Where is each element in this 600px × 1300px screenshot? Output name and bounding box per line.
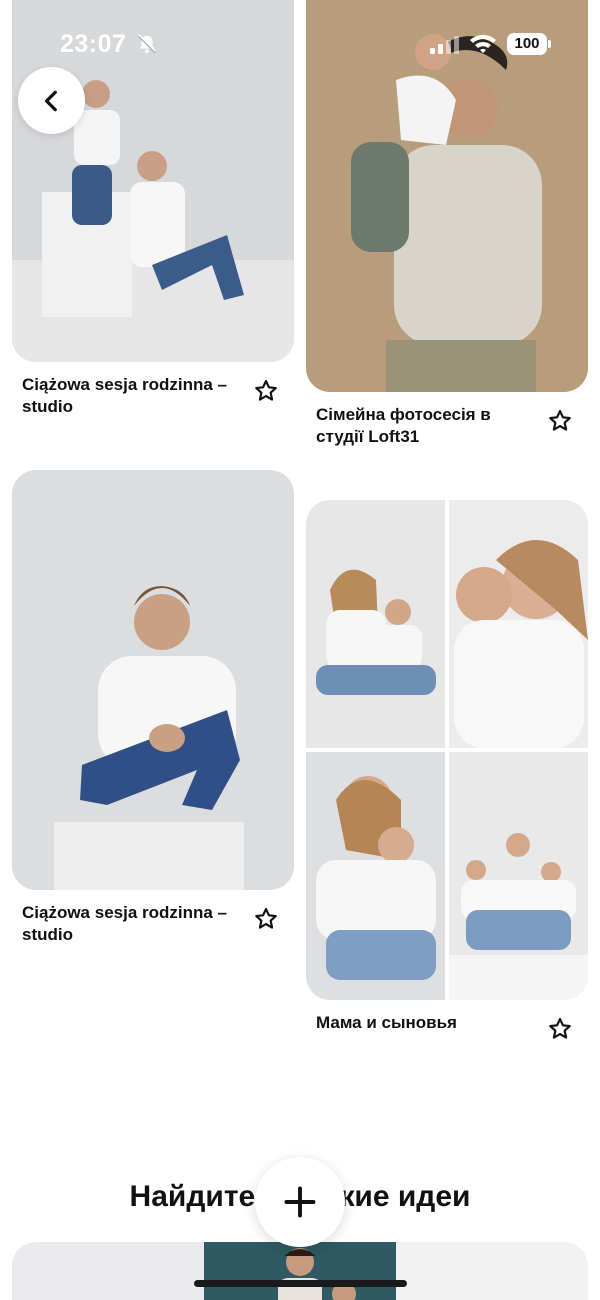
pin-photo-1	[12, 0, 294, 362]
pin-photo-2	[306, 0, 588, 392]
related-pin-photo-2	[278, 1248, 356, 1300]
pin-title-2[interactable]: Сімейна фотосесія в студії Loft31	[316, 404, 541, 448]
pin-image-1[interactable]	[12, 0, 294, 362]
pin-title-4[interactable]: Мама и сыновья	[316, 1012, 541, 1034]
related-pin-2[interactable]	[204, 1242, 396, 1300]
back-button[interactable]	[18, 67, 85, 134]
home-indicator[interactable]	[194, 1280, 407, 1287]
star-icon[interactable]	[253, 378, 279, 404]
pin-title-3[interactable]: Ciążowa sesja rodzinna – studio	[22, 902, 247, 946]
related-pin-1[interactable]	[12, 1242, 204, 1300]
pin-photo-3	[12, 470, 294, 890]
pin-image-2[interactable]	[306, 0, 588, 392]
pin-title-1[interactable]: Ciążowa sesja rodzinna – studio	[22, 374, 247, 418]
plus-icon	[284, 1186, 316, 1218]
pin-photo-4	[306, 500, 588, 1000]
star-icon[interactable]	[547, 1016, 573, 1042]
chevron-left-icon	[44, 90, 57, 111]
related-pin-3[interactable]	[396, 1242, 588, 1300]
star-icon[interactable]	[253, 906, 279, 932]
star-icon[interactable]	[547, 408, 573, 434]
related-pins-strip[interactable]	[12, 1242, 588, 1300]
add-button[interactable]	[255, 1157, 345, 1247]
pin-image-3[interactable]	[12, 470, 294, 890]
pin-image-4[interactable]	[306, 500, 588, 1000]
